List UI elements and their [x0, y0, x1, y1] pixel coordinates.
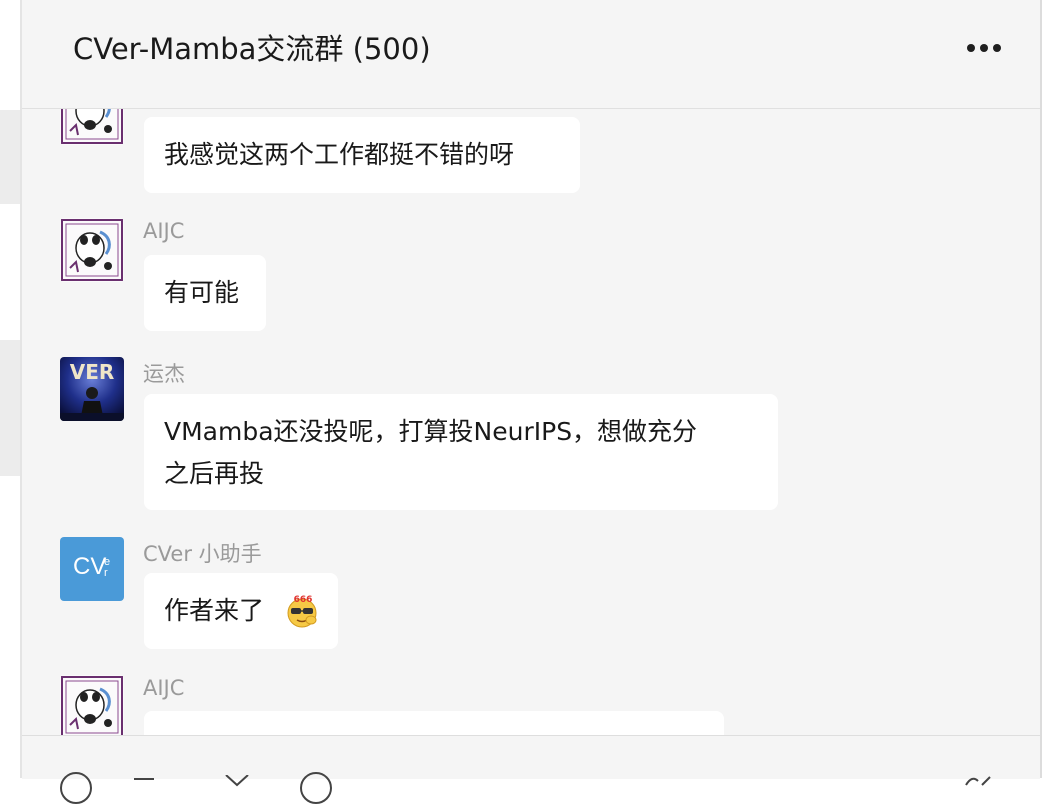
more-dot-icon: [967, 44, 975, 52]
chat-header: CVer-Mamba交流群 (500): [22, 0, 1040, 109]
emoji-icon[interactable]: [60, 772, 92, 804]
panda-avatar-icon: [60, 109, 124, 145]
avatar[interactable]: [60, 109, 124, 145]
chat-window: CVer-Mamba交流群 (500) 我感觉这两个工作都挺不错的呀 AIJC …: [22, 0, 1040, 804]
message-bubble[interactable]: 作者来了 666: [144, 573, 338, 649]
message-text-line: 之后再投: [164, 459, 265, 488]
cver-logo-text: CV: [73, 553, 107, 580]
more-dot-icon: [993, 44, 1001, 52]
message-text: 有可能: [164, 278, 240, 307]
message-list[interactable]: 我感觉这两个工作都挺不错的呀 AIJC 有可能 VER 运杰 VMamba还没投…: [22, 109, 1040, 735]
cver-logo-sub: r: [104, 567, 108, 579]
666-emoji-icon: 666: [287, 595, 317, 628]
message-text: 作者来了: [164, 596, 265, 625]
message-composer-toolbar: [22, 735, 1040, 804]
avatar[interactable]: [60, 218, 124, 282]
folder-icon[interactable]: [132, 772, 162, 792]
avatar[interactable]: CV e r: [60, 537, 124, 601]
avatar[interactable]: [60, 675, 124, 735]
sender-name: 运杰: [143, 362, 185, 386]
sender-name: AIJC: [143, 219, 185, 243]
more-dot-icon: [980, 44, 988, 52]
sender-name: CVer 小助手: [143, 542, 262, 566]
svg-text:VER: VER: [70, 360, 115, 384]
sender-name: AIJC: [143, 676, 185, 700]
panda-avatar-icon: [60, 675, 124, 735]
message-bubble[interactable]: 有可能: [144, 255, 266, 331]
chat-history-icon[interactable]: [300, 772, 332, 804]
message-text: 我感觉这两个工作都挺不错的呀: [164, 140, 515, 169]
message-bubble[interactable]: 我感觉这两个工作都挺不错的呀: [144, 117, 580, 193]
chat-title: CVer-Mamba交流群 (500): [73, 32, 431, 66]
panda-avatar-icon: [60, 218, 124, 282]
voice-call-icon[interactable]: [962, 772, 992, 792]
more-options-button[interactable]: [962, 36, 1006, 60]
left-panel-strip: [0, 0, 20, 778]
message-text-line: VMamba还没投呢，打算投NeurIPS，想做充分: [164, 417, 698, 446]
ver-photo-avatar-icon: VER: [60, 357, 124, 421]
message-bubble[interactable]: [144, 711, 724, 735]
cver-logo-icon: CV e r: [73, 553, 110, 581]
list-item-background: [0, 340, 20, 476]
emoji-666-text: 666: [294, 595, 313, 605]
avatar[interactable]: VER: [60, 357, 124, 421]
scissors-icon[interactable]: [222, 772, 252, 792]
message-bubble[interactable]: VMamba还没投呢，打算投NeurIPS，想做充分 之后再投: [144, 394, 778, 510]
list-item-background: [0, 110, 20, 204]
